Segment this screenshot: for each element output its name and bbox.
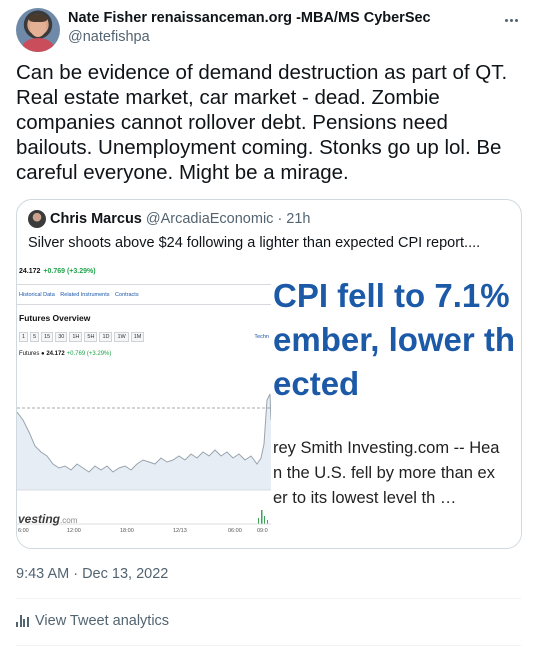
quoted-tweet-header: Chris Marcus @ArcadiaEconomic · 21h [28, 210, 311, 228]
quoted-author-handle: @ArcadiaEconomic [145, 211, 274, 227]
quoted-tweet-image[interactable]: 24.172 +0.769 (+3.29%) Historical Data Re… [17, 260, 521, 548]
author-name-block: Nate Fisher renaissanceman.org -MBA/MS C… [68, 9, 431, 47]
analytics-label: View Tweet analytics [35, 613, 170, 629]
x-tick: 06:00 [228, 528, 242, 534]
divider [16, 645, 521, 646]
quoted-author-avatar [28, 210, 46, 228]
chart-nav-links: Historical Data Related Instruments Cont… [19, 292, 143, 298]
futures-line: Futures ● 24.172 +0.769 (+3.29%) [19, 351, 112, 357]
view-analytics-link[interactable]: View Tweet analytics [16, 613, 169, 629]
investing-watermark: vesting.com [18, 512, 78, 526]
x-tick: 6:00 [18, 528, 29, 534]
x-tick: 12:00 [67, 528, 81, 534]
x-tick: 18:00 [120, 528, 134, 534]
article-snippet: CPI fell to 7.1% ember, lower th ected r… [271, 260, 521, 548]
price-chart [17, 393, 271, 525]
article-headline: CPI fell to 7.1% ember, lower th ected [273, 277, 516, 402]
chart-range-buttons: 1 5 15 30 1H 5H 1D 1W 1M [19, 332, 145, 342]
tweet-text: Can be evidence of demand destruction as… [16, 61, 508, 184]
quoted-tweet-text: Silver shoots above $24 following a ligh… [28, 235, 481, 251]
quoted-tweet[interactable]: Chris Marcus @ArcadiaEconomic · 21h Silv… [16, 199, 522, 549]
technical-link: Techn [254, 334, 269, 340]
nav-link-related: Related Instruments [60, 292, 110, 298]
nav-link-historical: Historical Data [19, 292, 55, 298]
article-body: rey Smith Investing.com -- Hea n the U.S… [273, 439, 500, 507]
quoted-tweet-age: · 21h [277, 211, 311, 227]
author-display-name[interactable]: Nate Fisher renaissanceman.org -MBA/MS C… [68, 9, 431, 28]
x-tick: 12/13 [173, 528, 187, 534]
nav-link-contracts: Contracts [115, 292, 139, 298]
chart-price: 24.172 +0.769 (+3.29%) [19, 268, 96, 275]
x-tick: 09:0 [257, 528, 268, 534]
author-handle[interactable]: @natefishpa [68, 28, 431, 47]
divider [16, 598, 521, 599]
tweet-header: Nate Fisher renaissanceman.org -MBA/MS C… [16, 8, 521, 52]
more-horizontal-icon[interactable] [501, 10, 521, 30]
futures-overview-title: Futures Overview [19, 313, 91, 323]
tweet-timestamp[interactable]: 9:43 AM · Dec 13, 2022 [16, 566, 168, 582]
author-avatar[interactable] [16, 8, 60, 52]
chart-screenshot: 24.172 +0.769 (+3.29%) Historical Data Re… [17, 260, 271, 548]
analytics-bars-icon [16, 615, 30, 627]
quoted-author-name: Chris Marcus [50, 211, 142, 227]
